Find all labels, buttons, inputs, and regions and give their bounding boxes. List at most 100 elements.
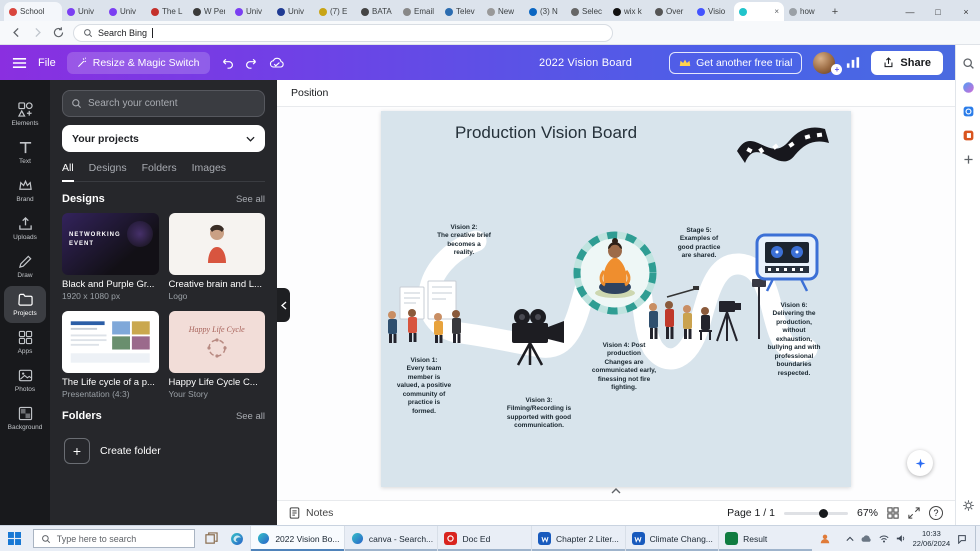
design-page[interactable]: Production Vision Board Vision 2: The cr… — [381, 111, 851, 487]
design-card[interactable]: Creative brain and L... Logo — [168, 213, 265, 301]
tab-all[interactable]: All — [62, 162, 74, 182]
rail-item-photos[interactable]: Photos — [0, 362, 50, 399]
browser-tab[interactable]: W Perel — [188, 2, 230, 21]
new-tab-button[interactable]: + — [826, 3, 844, 21]
start-button[interactable] — [0, 526, 29, 551]
canva-assistant-button[interactable] — [907, 450, 933, 476]
network-icon[interactable] — [879, 535, 889, 543]
taskbar-app-climate[interactable]: Climate Chang... — [624, 526, 719, 551]
resize-magic-switch-button[interactable]: Resize & Magic Switch — [66, 51, 210, 74]
browser-tab[interactable]: (3) N — [524, 2, 566, 21]
add-sidebar-icon[interactable] — [962, 153, 975, 166]
refresh-icon[interactable] — [52, 26, 65, 39]
account-avatar[interactable]: + — [813, 51, 843, 75]
notes-button[interactable]: Notes — [289, 507, 333, 519]
tab-images[interactable]: Images — [192, 162, 226, 174]
back-icon[interactable] — [10, 26, 23, 39]
forward-icon[interactable] — [31, 26, 44, 39]
edge-pinned-button[interactable] — [224, 526, 250, 551]
create-folder-button[interactable]: + Create folder — [62, 432, 265, 470]
tab-designs[interactable]: Designs — [89, 162, 127, 174]
panel-search-input[interactable]: Search your content — [62, 90, 265, 117]
help-button[interactable]: ? — [929, 506, 943, 520]
taskbar-app-result[interactable]: Result — [718, 526, 812, 551]
undo-icon[interactable] — [221, 56, 234, 69]
notification-center-icon[interactable] — [957, 534, 967, 544]
projects-filter-dropdown[interactable]: Your projects — [62, 125, 265, 152]
browser-tab[interactable]: Univ — [62, 2, 104, 21]
outlook-icon[interactable] — [962, 105, 975, 118]
office-icon[interactable] — [962, 129, 975, 142]
browser-tab[interactable]: Over — [650, 2, 692, 21]
file-menu[interactable]: File — [38, 57, 56, 69]
browser-tab[interactable]: Selec — [566, 2, 608, 21]
browser-tab[interactable]: how — [784, 2, 826, 21]
minimize-button[interactable]: — — [896, 2, 924, 21]
rail-item-apps[interactable]: Apps — [0, 324, 50, 361]
taskbar-app-chapter2[interactable]: Chapter 2 Liter... — [531, 526, 625, 551]
browser-tab[interactable]: wix k — [608, 2, 650, 21]
taskbar-search-input[interactable]: Type here to search — [32, 529, 195, 548]
browser-tab-active-canva[interactable]: × — [734, 2, 784, 21]
browser-tab[interactable]: Email — [398, 2, 440, 21]
tab-folders[interactable]: Folders — [142, 162, 177, 174]
tray-chevron-up-icon[interactable] — [846, 536, 854, 542]
rail-item-background[interactable]: Background — [0, 400, 50, 437]
maximize-button[interactable]: □ — [924, 2, 952, 21]
sidebar-settings[interactable] — [962, 499, 975, 517]
volume-icon[interactable] — [896, 534, 906, 543]
vision-1-label[interactable]: Vision 1: Every team member is valued, a… — [387, 357, 461, 416]
rail-item-brand[interactable]: Brand — [0, 172, 50, 209]
browser-tab[interactable]: The L — [146, 2, 188, 21]
sidebar-search-icon[interactable] — [962, 57, 975, 70]
browser-tab[interactable]: School — [4, 2, 62, 21]
insights-chart-icon[interactable] — [846, 56, 860, 69]
taskbar-app-vision-board[interactable]: 2022 Vision Bo... — [250, 526, 344, 551]
canvas-workspace[interactable]: Production Vision Board Vision 2: The cr… — [277, 107, 955, 500]
menu-icon[interactable] — [12, 57, 27, 69]
see-all-designs-link[interactable]: See all — [236, 194, 265, 205]
taskbar-app-doc-ed[interactable]: Doc Ed — [437, 526, 531, 551]
design-card[interactable]: Happy Life Cycle Happy Life Cycle C... Y… — [168, 311, 265, 399]
browser-tab[interactable]: BATA — [356, 2, 398, 21]
taskbar-clock[interactable]: 10:33 22/06/2024 — [913, 529, 951, 548]
close-button[interactable]: × — [952, 2, 980, 21]
grid-view-button[interactable] — [887, 507, 899, 519]
copilot-icon[interactable] — [962, 81, 975, 94]
onedrive-icon[interactable] — [861, 534, 872, 543]
rail-item-uploads[interactable]: Uploads — [0, 210, 50, 247]
zoom-slider[interactable] — [783, 508, 848, 518]
board-title[interactable]: Production Vision Board — [406, 123, 686, 143]
design-card[interactable]: The Life cycle of a p... Presentation (4… — [62, 311, 159, 399]
stage-5-label[interactable]: Stage 5: Examples of good practice are s… — [657, 227, 741, 261]
redo-icon[interactable] — [245, 56, 258, 69]
free-trial-button[interactable]: Get another free trial — [669, 51, 803, 74]
vision-2-label[interactable]: Vision 2: The creative brief becomes a r… — [421, 224, 507, 258]
design-card[interactable]: NETWORKING EVENT Black and Purple Gr... 1… — [62, 213, 159, 301]
position-button[interactable]: Position — [291, 87, 328, 99]
browser-tab[interactable]: Visio — [692, 2, 734, 21]
taskbar-app-canva-search[interactable]: canva - Search... — [343, 526, 438, 551]
show-desktop-button[interactable] — [975, 526, 980, 551]
rail-item-text[interactable]: Text — [0, 134, 50, 171]
browser-tab[interactable]: Univ — [230, 2, 272, 21]
rail-item-draw[interactable]: Draw — [0, 248, 50, 285]
fullscreen-button[interactable] — [908, 507, 920, 519]
rail-item-elements[interactable]: Elements — [0, 96, 50, 133]
browser-tab[interactable]: Telev — [440, 2, 482, 21]
vision-4-label[interactable]: Vision 4: Post production Changes are co… — [581, 342, 667, 393]
browser-tab[interactable]: New — [482, 2, 524, 21]
vision-3-label[interactable]: Vision 3: Filming/Recording is supported… — [491, 397, 587, 431]
address-bar[interactable]: Search Bing — [73, 23, 613, 42]
see-all-folders-link[interactable]: See all — [236, 411, 265, 422]
scroll-up-indicator[interactable] — [611, 481, 621, 499]
panel-collapse-handle[interactable] — [277, 288, 290, 322]
browser-tab[interactable]: Univ — [272, 2, 314, 21]
browser-tab[interactable]: Univ — [104, 2, 146, 21]
share-button[interactable]: Share — [871, 50, 943, 75]
zoom-slider-knob[interactable] — [819, 508, 829, 518]
rail-item-projects[interactable]: Projects — [4, 286, 46, 323]
browser-tab[interactable]: (7) E — [314, 2, 356, 21]
vision-6-label[interactable]: Vision 6: Delivering the production, wit… — [757, 302, 831, 378]
design-title[interactable]: 2022 Vision Board — [539, 57, 632, 69]
